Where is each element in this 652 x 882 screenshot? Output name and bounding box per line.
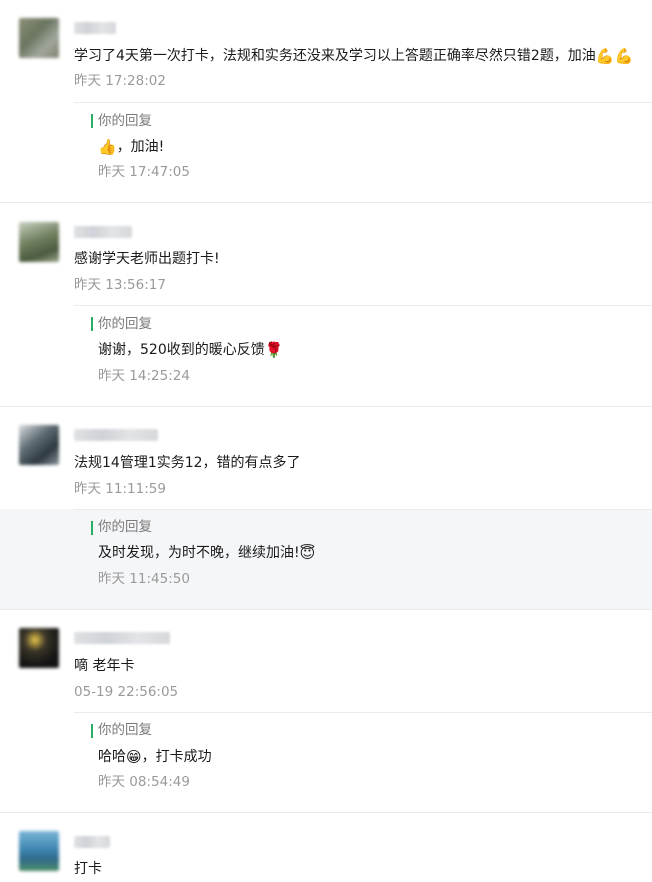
commenter-name-blurred — [74, 429, 158, 441]
reply-text: 哈哈😁，打卡成功 — [98, 748, 212, 766]
comment-text: 感谢学天老师出题打卡! — [74, 251, 220, 267]
avatar[interactable] — [19, 18, 59, 58]
reply-text: 及时发现，为时不晚，继续加油!😇 — [98, 544, 316, 562]
reply-accent-bar — [91, 521, 93, 535]
comment-divider — [0, 202, 652, 203]
reply-separator — [74, 712, 652, 713]
reply-label: 你的回复 — [98, 113, 152, 129]
commenter-name-blurred — [74, 836, 110, 848]
comment-time: 昨天 13:56:17 — [74, 277, 166, 293]
comment-text: 法规14管理1实务12，错的有点多了 — [74, 455, 301, 471]
comment-text: 打卡 — [74, 861, 102, 877]
reply-label: 你的回复 — [98, 519, 152, 535]
reply-time: 昨天 08:54:49 — [98, 774, 190, 790]
commenter-name-blurred — [74, 632, 170, 644]
reply-time: 昨天 11:45:50 — [98, 571, 190, 587]
comment-time: 昨天 11:11:59 — [74, 481, 166, 497]
comment-time: 昨天 17:28:02 — [74, 73, 166, 89]
reply-time: 昨天 17:47:05 — [98, 164, 190, 180]
reply-separator — [74, 102, 652, 103]
thumbs-up-icon: 👍 — [98, 138, 117, 156]
avatar[interactable] — [19, 425, 59, 465]
reply-text: 谢谢，520收到的暖心反馈🌹 — [98, 341, 284, 359]
comment-text: 学习了4天第一次打卡，法规和实务还没来及学习以上答题正确率尽然只错2题，加油💪💪 — [74, 47, 634, 65]
smiling-halo-icon: 😇 — [299, 544, 316, 562]
comment-divider — [0, 406, 652, 407]
reply-accent-bar — [91, 114, 93, 128]
reply-separator — [74, 305, 652, 306]
reply-label: 你的回复 — [98, 722, 152, 738]
reply-accent-bar — [91, 317, 93, 331]
flexed-biceps-icon: 💪💪 — [595, 47, 634, 65]
reply-label: 你的回复 — [98, 316, 152, 332]
reply-text: 👍，加油! — [98, 138, 165, 156]
commenter-name-blurred — [74, 226, 132, 238]
commenter-name-blurred — [74, 22, 116, 34]
comment-divider — [0, 609, 652, 610]
grinning-icon: 😁 — [126, 748, 142, 766]
avatar[interactable] — [19, 831, 59, 871]
rose-icon: 🌹 — [264, 341, 284, 359]
avatar[interactable] — [19, 222, 59, 262]
comment-time: 05-19 22:56:05 — [74, 684, 179, 700]
avatar[interactable] — [19, 628, 59, 668]
reply-separator — [74, 509, 652, 510]
comment-text: 嘀 老年卡 — [74, 658, 135, 674]
reply-accent-bar — [91, 724, 93, 738]
comment-divider — [0, 812, 652, 813]
reply-time: 昨天 14:25:24 — [98, 368, 190, 384]
